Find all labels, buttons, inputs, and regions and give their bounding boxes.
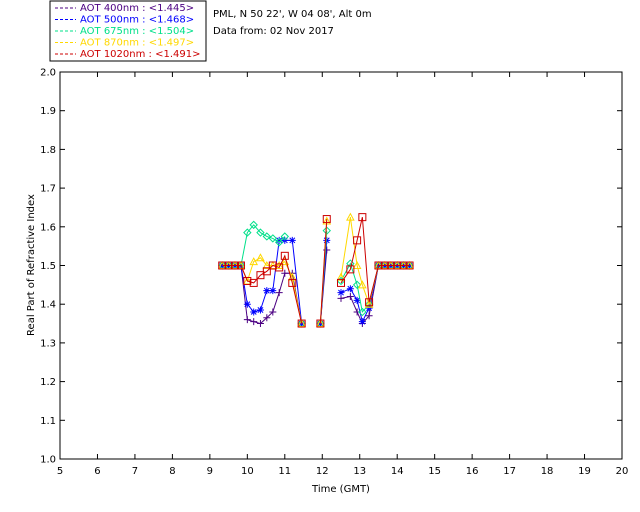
y-axis-title: Real Part of Refractive Index [26, 194, 37, 336]
y-tick-label: 1.6 [40, 222, 56, 233]
legend: AOT 400nm : <1.445>AOT 500nm : <1.468>AO… [49, 0, 207, 62]
x-tick-label: 6 [94, 466, 100, 477]
x-tick-label: 18 [541, 466, 554, 477]
y-tick-label: 1.5 [40, 261, 56, 272]
legend-label: AOT 1020nm : <1.491> [80, 49, 200, 60]
x-axis-title: Time (GMT) [311, 484, 370, 495]
x-tick-label: 15 [428, 466, 441, 477]
data-point [346, 285, 354, 293]
y-tick-label: 1.0 [40, 455, 56, 466]
data-point [263, 287, 271, 295]
data-point [250, 308, 258, 316]
y-tick-label: 1.2 [40, 377, 56, 388]
x-tick-label: 12 [316, 466, 329, 477]
refractive-index-chart: AOT 400nm : <1.445>AOT 500nm : <1.468>AO… [26, 0, 629, 495]
y-tick-label: 1.7 [40, 184, 56, 195]
legend-label: AOT 500nm : <1.468> [80, 15, 194, 26]
y-tick-label: 1.1 [40, 416, 56, 427]
date-text: Data from: 02 Nov 2017 [213, 26, 334, 37]
legend-label: AOT 870nm : <1.497> [80, 38, 194, 49]
y-tick-label: 1.9 [40, 106, 56, 117]
x-tick-label: 8 [169, 466, 175, 477]
legend-label: AOT 675nm : <1.504> [80, 26, 194, 37]
legend-label: AOT 400nm : <1.445> [80, 3, 194, 14]
plot-area [59, 71, 623, 460]
x-tick-label: 20 [616, 466, 629, 477]
x-tick-label: 10 [241, 466, 254, 477]
x-tick-label: 16 [466, 466, 479, 477]
x-tick-label: 5 [57, 466, 63, 477]
x-tick-label: 13 [353, 466, 366, 477]
data-point [337, 289, 345, 297]
x-tick-label: 14 [391, 466, 404, 477]
x-tick-label: 11 [278, 466, 291, 477]
y-tick-label: 1.8 [40, 145, 56, 156]
x-tick-label: 19 [578, 466, 591, 477]
x-tick-label: 7 [132, 466, 138, 477]
y-tick-label: 1.4 [40, 300, 56, 311]
x-tick-label: 17 [503, 466, 516, 477]
data-point [288, 236, 296, 244]
y-tick-label: 2.0 [40, 68, 56, 79]
data-point [256, 306, 264, 314]
site-location-text: PML, N 50 22', W 04 08', Alt 0m [213, 9, 372, 20]
data-point [269, 287, 277, 295]
data-point [358, 318, 366, 326]
y-tick-label: 1.3 [40, 338, 56, 349]
data-point [243, 300, 251, 308]
x-tick-label: 9 [207, 466, 213, 477]
